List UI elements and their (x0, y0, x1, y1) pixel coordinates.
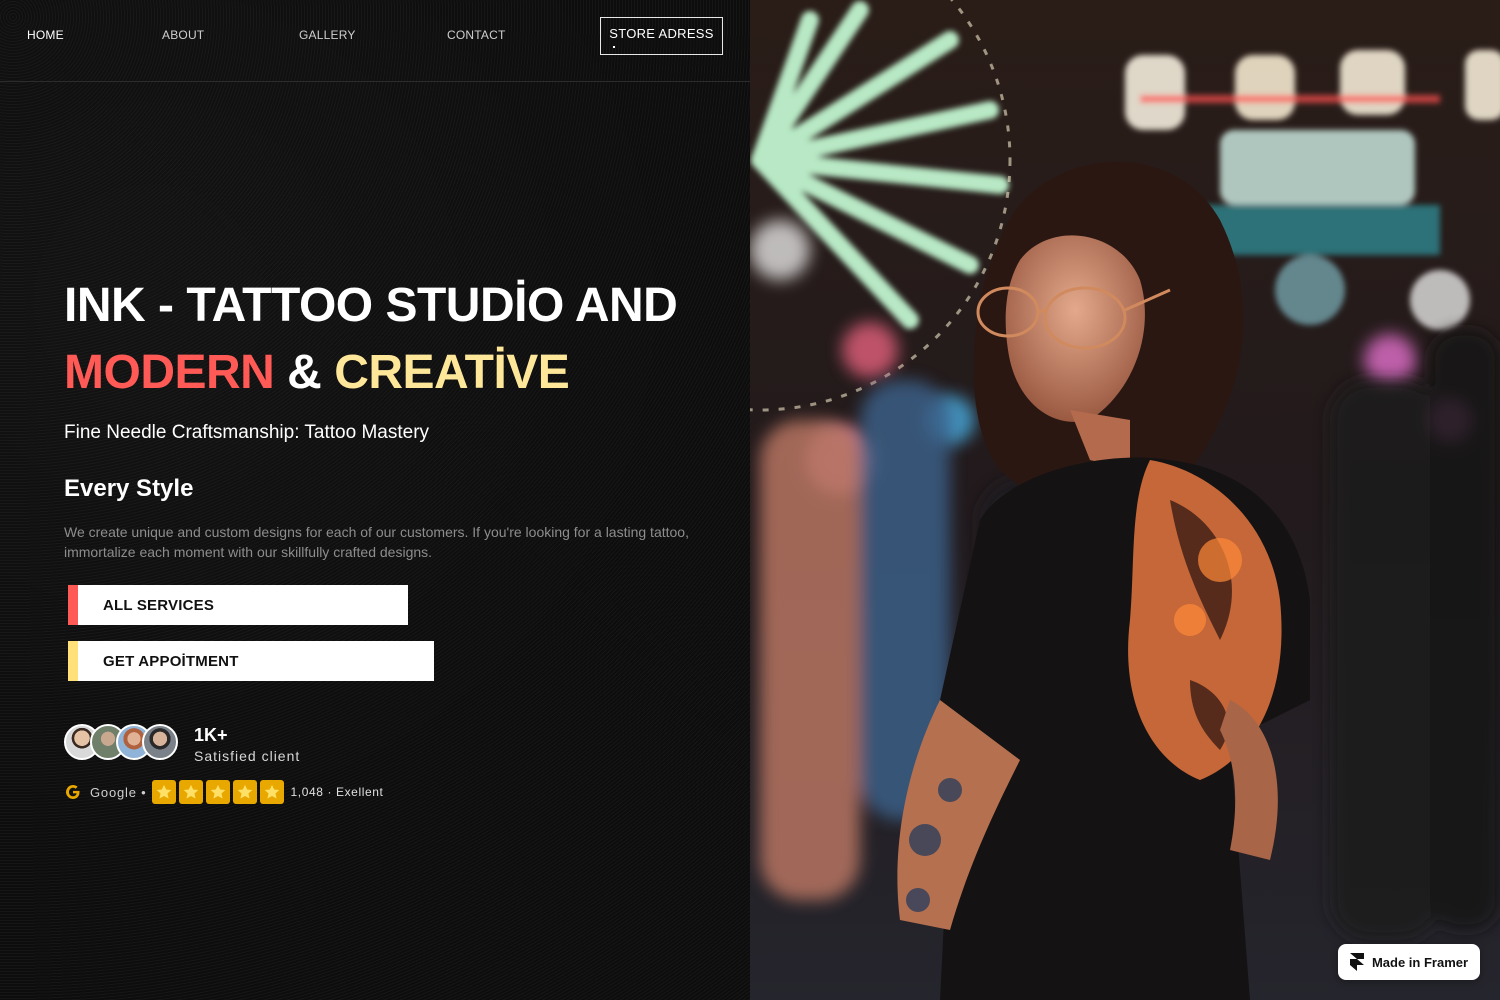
hero-subtitle: Fine Needle Craftsmanship: Tattoo Master… (64, 422, 430, 443)
all-services-label: ALL SERVICES (103, 596, 215, 614)
tattooed-woman-photo (750, 0, 1500, 1000)
star-rating (152, 780, 285, 804)
get-appointment-button[interactable]: GET APPOİTMENT (68, 641, 434, 681)
store-address-button[interactable]: STORE ADRESS (600, 17, 723, 55)
red-accent-bar (68, 585, 78, 625)
star-icon (206, 780, 231, 804)
rating-source: Google • (90, 784, 147, 800)
yellow-accent-bar (68, 641, 78, 681)
star-icon (260, 780, 285, 804)
hero-photo (750, 0, 1500, 1000)
store-address-dot (613, 46, 615, 48)
store-address-label: STORE ADRESS (609, 26, 714, 41)
clients-count: 1K+ (194, 725, 228, 745)
title-ampersand: & (287, 346, 322, 399)
hero-description: We create unique and custom designs for … (64, 524, 689, 560)
nav-home[interactable]: HOME (27, 28, 64, 42)
google-rating: Google • 1,048 · Exellent (64, 780, 383, 804)
title-word-modern: MODERN (64, 346, 275, 399)
hero-title: INK - TATTOO STUDİO AND (64, 279, 678, 332)
hero-left-panel: HOME ABOUT GALLERY CONTACT STORE ADRESS … (0, 0, 750, 1000)
made-in-framer-badge[interactable]: Made in Framer (1338, 944, 1480, 980)
star-icon (179, 780, 204, 804)
top-nav: HOME ABOUT GALLERY CONTACT STORE ADRESS (0, 0, 750, 82)
title-word-creative: CREATİVE (334, 346, 570, 399)
star-icon (233, 780, 258, 804)
clients-label: Satisfied client (194, 748, 301, 764)
nav-contact[interactable]: CONTACT (447, 28, 506, 42)
review-count: 1,048 · Exellent (290, 785, 384, 799)
star-icon (152, 780, 177, 804)
nav-about[interactable]: ABOUT (162, 28, 204, 42)
nav-gallery[interactable]: GALLERY (299, 28, 356, 42)
section-heading: Every Style (64, 475, 194, 502)
google-g-icon (66, 785, 80, 799)
framer-badge-label: Made in Framer (1371, 954, 1469, 970)
get-appointment-label: GET APPOİTMENT (103, 652, 239, 670)
client-avatars (64, 724, 178, 760)
all-services-button[interactable]: ALL SERVICES (68, 585, 408, 625)
avatar (142, 724, 178, 760)
hero-title-line2: MODERN & CREATİVE (64, 346, 570, 399)
framer-logo-icon (1349, 953, 1364, 971)
